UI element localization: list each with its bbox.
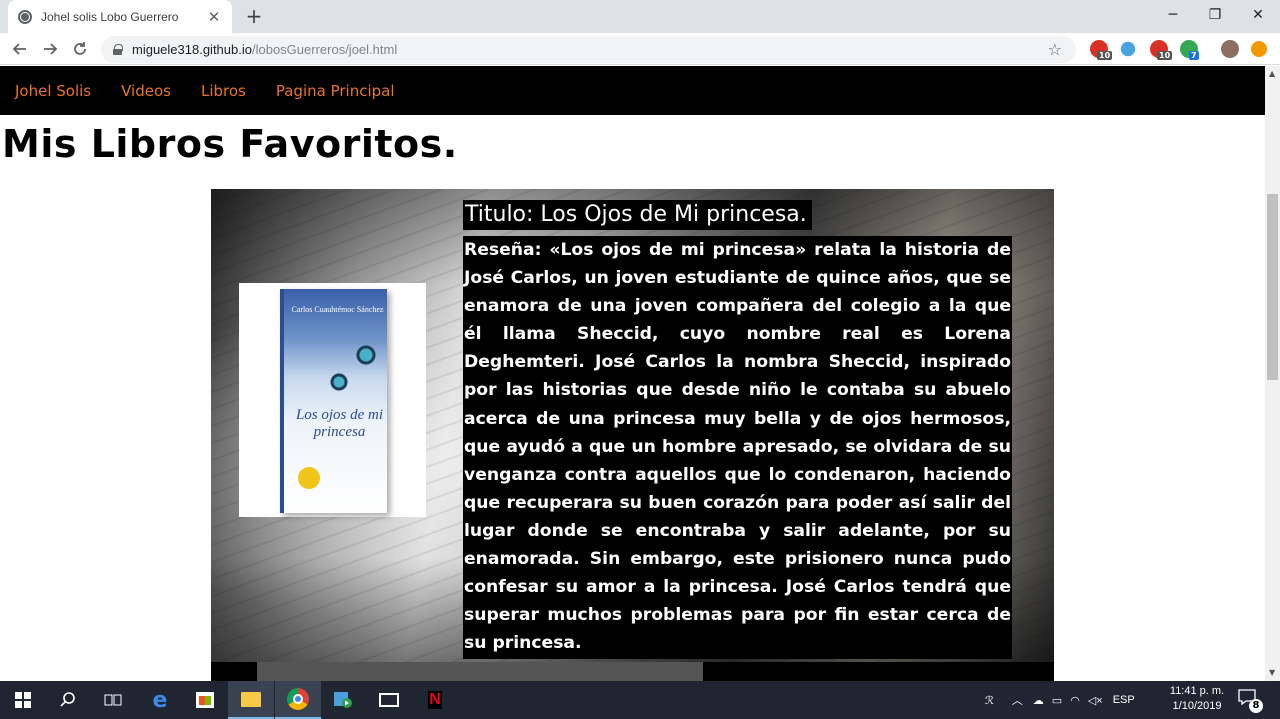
battery-icon[interactable]: ▭ [1052, 694, 1062, 707]
windows-taskbar: e N ℛ ︿ ☁ ▭ ◠ ◁× ESP 11:41 p. m. 1/10/20… [0, 681, 1280, 719]
search-icon[interactable] [45, 681, 91, 719]
tab-title: Johel solis Lobo Guerrero [41, 9, 179, 24]
section-bottom-bar [211, 662, 1054, 681]
update-alert-icon[interactable] [1251, 41, 1267, 57]
book-cover-image: Carlos Cuauhtémoc Sánchez Los ojos de mi… [280, 289, 387, 513]
task-view-icon[interactable] [90, 681, 136, 719]
people-icon[interactable]: ℛ [985, 694, 994, 707]
page-viewport: Johel Solis Videos Libros Pagina Princip… [0, 66, 1265, 681]
star-icon[interactable]: ☆ [1048, 40, 1062, 59]
extension-icon-2[interactable] [1120, 41, 1136, 57]
wifi-icon[interactable]: ◠ [1070, 694, 1080, 707]
browser-tab[interactable]: Johel solis Lobo Guerrero ✕ [8, 0, 232, 33]
chrome-icon[interactable] [275, 681, 321, 719]
profile-avatar[interactable] [1221, 40, 1239, 58]
edge-icon[interactable]: e [137, 681, 183, 719]
cover-seal-icon [298, 467, 320, 489]
reload-icon[interactable] [68, 37, 92, 61]
minimize-button[interactable]: ─ [1151, 0, 1195, 30]
volume-icon[interactable]: ◁× [1088, 694, 1103, 707]
nav-link-pagina-principal[interactable]: Pagina Principal [276, 82, 395, 100]
clock-date: 1/10/2019 [1172, 700, 1222, 712]
forward-arrow-icon[interactable] [38, 37, 62, 61]
book-title: Titulo: Los Ojos de Mi princesa. [463, 200, 812, 230]
extension-badge-1: 10 [1097, 51, 1113, 60]
system-tray: ℛ ︿ ☁ ▭ ◠ ◁× ESP [985, 681, 1155, 719]
lock-icon [113, 44, 123, 55]
address-bar[interactable]: miguele318.github.io/lobosGuerreros/joel… [101, 36, 1076, 63]
tab-strip: Johel solis Lobo Guerrero ✕ + ─ ❐ ✕ [0, 0, 1280, 33]
globe-icon [18, 9, 32, 24]
nav-link-libros[interactable]: Libros [201, 82, 246, 100]
clock-time: 11:41 p. m. [1169, 685, 1225, 697]
notification-count: 8 [1249, 699, 1263, 713]
page-scrollbar[interactable]: ▲ ▼ [1265, 66, 1280, 681]
onedrive-icon[interactable]: ☁ [1033, 694, 1044, 707]
maximize-button[interactable]: ❐ [1193, 0, 1237, 30]
scroll-thumb[interactable] [1267, 194, 1278, 380]
store-icon[interactable] [182, 681, 228, 719]
book-section: Carlos Cuauhtémoc Sánchez Los ojos de mi… [211, 189, 1054, 681]
page-title: Mis Libros Favoritos. [2, 122, 458, 166]
netflix-icon[interactable]: N [412, 681, 458, 719]
nav-link-videos[interactable]: Videos [121, 82, 171, 100]
nav-link-johel-solis[interactable]: Johel Solis [15, 82, 91, 100]
book-review: Reseña: «Los ojos de mi princesa» relata… [463, 236, 1012, 660]
tab-close-icon[interactable]: ✕ [206, 8, 222, 26]
cover-eyes-illustration [324, 334, 384, 394]
site-navbar: Johel Solis Videos Libros Pagina Princip… [0, 66, 1265, 115]
bottom-bar-block [257, 662, 703, 681]
extension-badge-4: 7 [1189, 51, 1199, 60]
mail-icon[interactable] [366, 681, 412, 719]
language-indicator[interactable]: ESP [1113, 694, 1135, 706]
back-arrow-icon[interactable] [8, 37, 32, 61]
new-tab-button[interactable]: + [243, 5, 265, 27]
book-cover-card: Carlos Cuauhtémoc Sánchez Los ojos de mi… [239, 283, 426, 517]
chevron-up-icon[interactable]: ︿ [1012, 692, 1023, 708]
cover-title: Los ojos de mi princesa [295, 407, 384, 440]
url-text: miguele318.github.io/lobosGuerreros/joel… [132, 42, 398, 57]
clock[interactable]: 11:41 p. m. 1/10/2019 [1160, 684, 1234, 714]
windows-start-icon[interactable] [0, 681, 46, 719]
extension-badge-3: 10 [1157, 51, 1173, 60]
scroll-up-arrow[interactable]: ▲ [1269, 69, 1275, 78]
browser-toolbar: miguele318.github.io/lobosGuerreros/joel… [0, 33, 1280, 65]
file-explorer-icon[interactable] [228, 681, 274, 719]
cover-author: Carlos Cuauhtémoc Sánchez [291, 305, 384, 314]
scroll-down-arrow[interactable]: ▼ [1269, 668, 1275, 677]
close-window-button[interactable]: ✕ [1236, 0, 1280, 30]
media-player-icon[interactable] [320, 681, 366, 719]
